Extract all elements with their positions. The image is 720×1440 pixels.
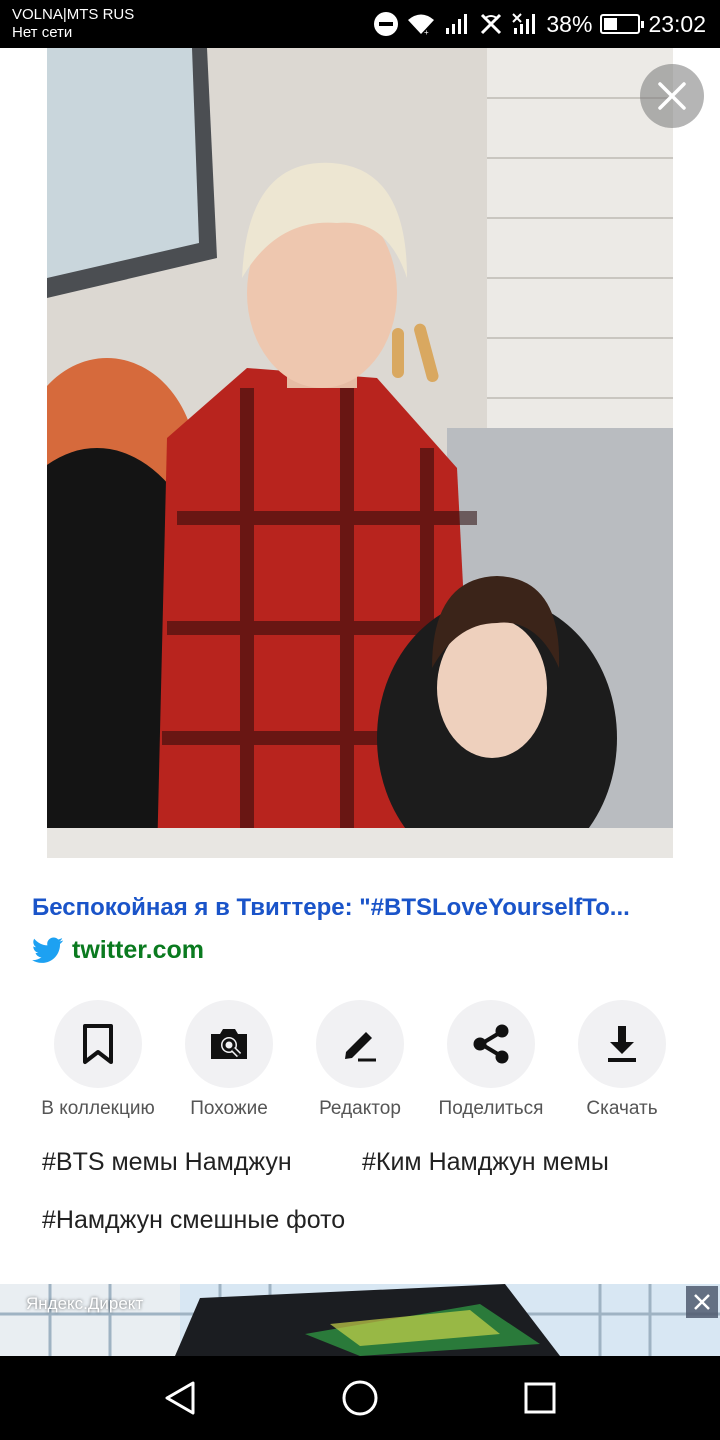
pencil-icon: [345, 1032, 376, 1062]
do-not-disturb-icon: [374, 12, 399, 36]
close-icon: [658, 82, 686, 110]
tag-link[interactable]: #Намджун смешные фото: [42, 1206, 345, 1235]
camera-search-icon: [211, 1029, 247, 1059]
clock: 23:02: [648, 10, 706, 37]
recents-button[interactable]: [518, 1376, 562, 1420]
action-circle: [54, 1000, 142, 1088]
carrier-info: VOLNA|MTS RUS Нет сети: [12, 6, 134, 42]
ad-close-button[interactable]: [686, 1286, 718, 1318]
status-bar: VOLNA|MTS RUS Нет сети + 38% 23:02: [0, 0, 720, 48]
photo-tv-screen: [47, 48, 199, 278]
home-button[interactable]: [338, 1376, 382, 1420]
action-label: Поделиться: [438, 1098, 544, 1119]
bookmark-icon: [83, 1024, 113, 1064]
action-circle: [578, 1000, 666, 1088]
action-circle: [447, 1000, 535, 1088]
carrier-name: VOLNA|MTS RUS: [12, 6, 135, 23]
close-icon: [694, 1294, 710, 1310]
image-viewer: [0, 48, 720, 858]
signal-icon: [444, 12, 470, 36]
tag-link[interactable]: #Ким Намджун мемы: [362, 1148, 609, 1177]
add-to-collection-button[interactable]: В коллекцию: [28, 1000, 168, 1120]
tag-link[interactable]: #BTS мемы Намджун: [42, 1148, 292, 1177]
action-circle: [316, 1000, 404, 1088]
share-icon: [473, 1024, 509, 1064]
home-circle-icon: [342, 1380, 378, 1416]
similar-images-button[interactable]: Похожие: [159, 1000, 299, 1120]
signal-icon-2: [512, 12, 538, 36]
ad-label: Яндекс.Директ: [26, 1294, 144, 1313]
action-bar: В коллекцию Похожие Редактор Поделиться …: [0, 1000, 720, 1130]
editor-button[interactable]: Редактор: [290, 1000, 430, 1120]
action-circle: [185, 1000, 273, 1088]
twitter-bird-icon: [32, 937, 64, 963]
download-button[interactable]: Скачать: [552, 1000, 692, 1120]
status-icons: + 38% 23:02: [374, 8, 706, 40]
result-info-panel: Беспокойная я в Твиттере: "#BTSLoveYours…: [0, 858, 720, 1284]
photo-fry-1: [392, 328, 404, 378]
ad-banner[interactable]: Яндекс.Директ: [0, 1284, 720, 1356]
recents-square-icon: [524, 1382, 556, 1414]
action-label: В коллекцию: [41, 1098, 155, 1119]
wifi-icon: +: [406, 12, 436, 36]
result-photo[interactable]: [47, 48, 673, 858]
back-button[interactable]: [158, 1376, 202, 1420]
battery-percent: 38%: [546, 10, 593, 37]
battery-icon: [600, 14, 645, 34]
share-button[interactable]: Поделиться: [421, 1000, 561, 1120]
svg-text:+: +: [424, 28, 429, 36]
photo-table: [47, 828, 673, 858]
result-source-domain: twitter.com: [72, 936, 204, 964]
network-status: Нет сети: [12, 24, 73, 41]
navigation-bar: [0, 1356, 720, 1440]
result-title-link[interactable]: Беспокойная я в Твиттере: "#BTSLoveYours…: [32, 894, 692, 922]
no-signal-icon: [478, 11, 504, 37]
result-source[interactable]: twitter.com: [32, 936, 204, 965]
close-viewer-button[interactable]: [640, 64, 704, 128]
photo-illustration: [47, 48, 673, 858]
back-triangle-icon: [165, 1381, 195, 1415]
action-label: Редактор: [319, 1098, 401, 1119]
download-icon: [608, 1026, 636, 1062]
action-label: Скачать: [586, 1098, 658, 1119]
action-label: Похожие: [190, 1098, 268, 1119]
